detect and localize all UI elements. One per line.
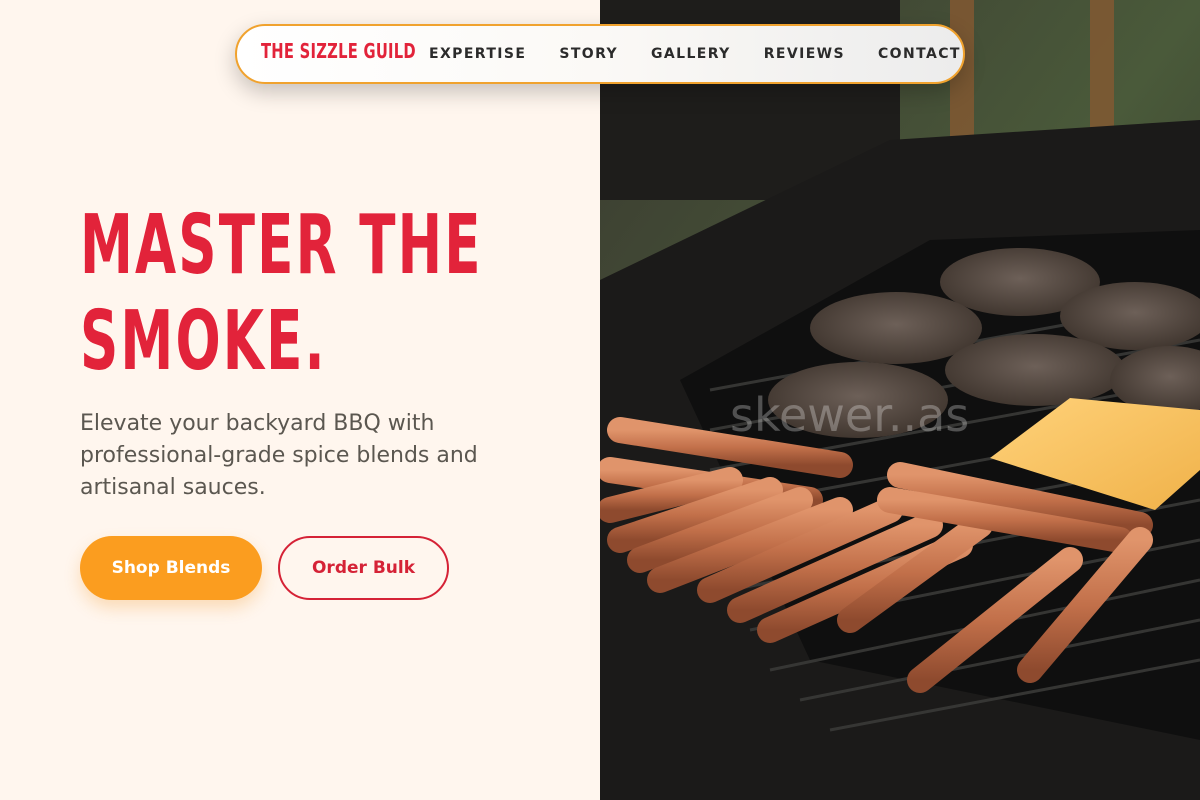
nav-link-expertise[interactable]: EXPERTISE bbox=[429, 46, 526, 62]
nav-link-story[interactable]: STORY bbox=[559, 46, 618, 62]
nav-link-gallery[interactable]: GALLERY bbox=[651, 46, 731, 62]
shop-blends-button[interactable]: Shop Blends bbox=[80, 536, 262, 600]
hero-left-panel bbox=[0, 0, 600, 800]
hero-title: MASTER THE SMOKE. bbox=[80, 198, 570, 390]
nav-links: EXPERTISE STORY GALLERY REVIEWS CONTACT bbox=[429, 26, 994, 82]
hero-title-line1: MASTER THE bbox=[80, 198, 483, 293]
hero-subtitle: Elevate your backyard BBQ with professio… bbox=[80, 411, 478, 500]
main-navbar: THE SIZZLE GUILD EXPERTISE STORY GALLERY… bbox=[235, 24, 965, 84]
nav-link-reviews[interactable]: REVIEWS bbox=[764, 46, 845, 62]
order-bulk-button[interactable]: Order Bulk bbox=[278, 536, 449, 600]
image-watermark: skewer..as bbox=[730, 388, 970, 442]
brand-logo[interactable]: THE SIZZLE GUILD bbox=[261, 39, 416, 63]
nav-link-contact[interactable]: CONTACT bbox=[878, 46, 961, 62]
hero-title-line2: SMOKE. bbox=[80, 294, 327, 389]
